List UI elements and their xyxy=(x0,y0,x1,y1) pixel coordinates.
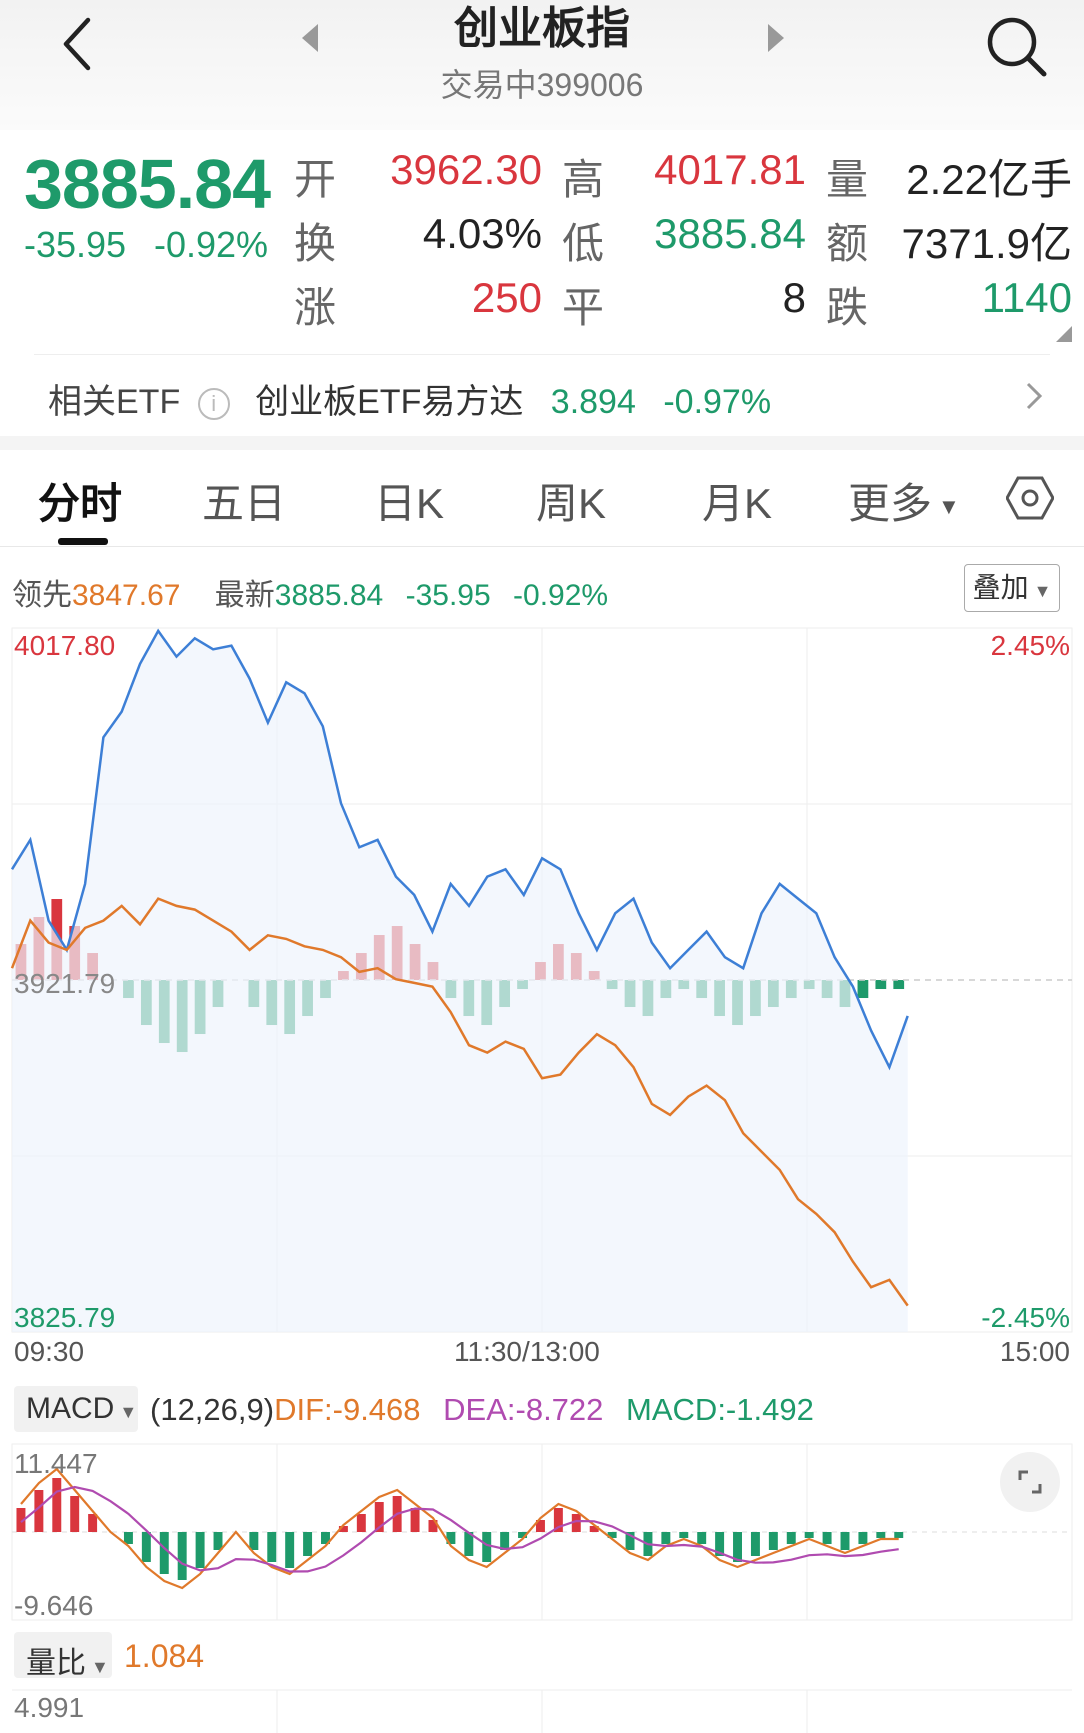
volume-bar xyxy=(875,980,887,990)
time-label-close: 15:00 xyxy=(999,1336,1070,1367)
macd-bar xyxy=(356,1514,366,1532)
macd-bar xyxy=(159,1532,169,1574)
volume-ratio-value: 1.084 xyxy=(124,1638,205,1674)
axis-prev-close: 3921.79 xyxy=(14,968,116,999)
macd-bar xyxy=(213,1532,223,1550)
macd-axis-low: -9.646 xyxy=(14,1590,94,1621)
macd-bar xyxy=(840,1532,850,1550)
volume-bar xyxy=(893,980,905,990)
macd-values: (12,26,9)DIF:-9.468 DEA:-8.722 MACD:-1.4… xyxy=(150,1392,814,1427)
axis-low-percent: -2.45% xyxy=(981,1302,1070,1333)
volume-ratio-selector[interactable]: 量比 ▼ xyxy=(14,1632,112,1680)
intraday-chart[interactable] xyxy=(0,0,1084,1733)
macd-bar xyxy=(195,1532,205,1568)
macd-bar xyxy=(876,1532,886,1538)
macd-bar xyxy=(894,1532,904,1538)
time-label-midday: 11:30/13:00 xyxy=(454,1336,600,1367)
axis-high-percent: 2.45% xyxy=(990,630,1070,661)
macd-bar xyxy=(177,1532,187,1580)
macd-bar xyxy=(410,1508,420,1532)
macd-bar xyxy=(70,1496,80,1532)
macd-bar xyxy=(768,1532,778,1550)
macd-bar xyxy=(52,1478,62,1532)
dif-line xyxy=(20,1467,899,1590)
macd-bar xyxy=(679,1532,689,1538)
macd-bar xyxy=(482,1532,492,1562)
macd-bar xyxy=(267,1532,277,1562)
macd-bar xyxy=(249,1532,259,1550)
price-area xyxy=(12,630,908,1332)
macd-selector[interactable]: MACD ▼ xyxy=(14,1386,138,1432)
macd-bar xyxy=(661,1532,671,1544)
macd-bar xyxy=(804,1532,814,1538)
dea-line xyxy=(20,1485,899,1573)
macd-bar xyxy=(750,1532,760,1556)
volume-ratio-axis-high: 4.991 xyxy=(14,1692,85,1723)
time-label-open: 09:30 xyxy=(14,1336,85,1367)
macd-bar xyxy=(88,1514,98,1532)
macd-bar xyxy=(858,1532,868,1544)
volume-bar xyxy=(857,980,869,999)
fullscreen-icon[interactable] xyxy=(1000,1452,1060,1512)
axis-high-value: 4017.80 xyxy=(14,630,116,661)
macd-bar xyxy=(697,1532,707,1544)
macd-axis-high: 11.447 xyxy=(14,1448,98,1479)
axis-low-value: 3825.79 xyxy=(14,1302,116,1333)
macd-bar xyxy=(822,1532,832,1544)
macd-bar xyxy=(303,1532,313,1556)
macd-bar xyxy=(786,1532,796,1544)
macd-bar xyxy=(141,1532,151,1562)
macd-bar xyxy=(285,1532,295,1568)
